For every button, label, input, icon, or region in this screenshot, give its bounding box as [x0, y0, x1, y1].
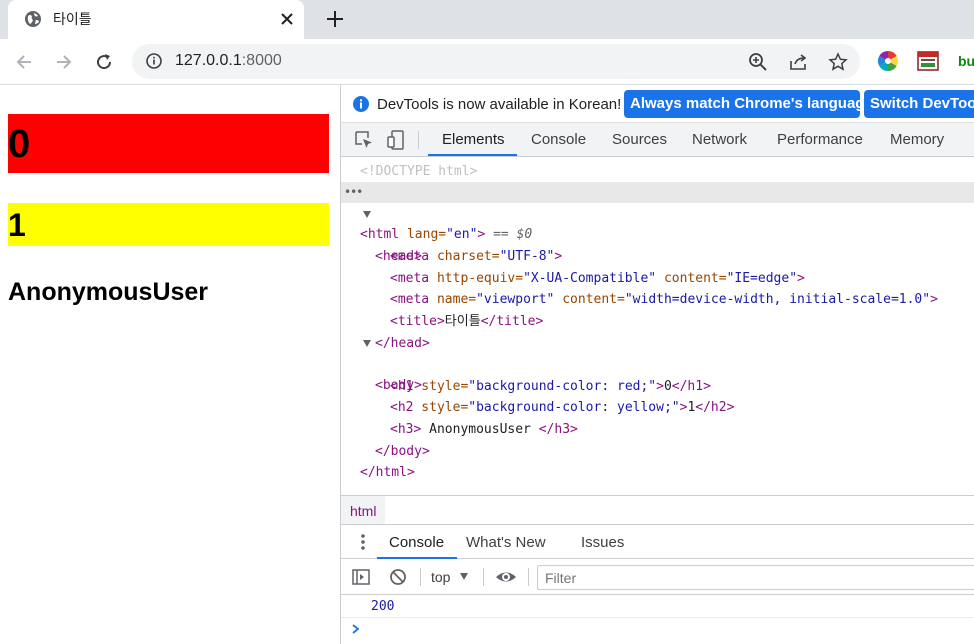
devtools-panel: DevTools is now available in Korean! Alw… [340, 85, 974, 644]
infobar-message: DevTools is now available in Korean! [377, 96, 622, 113]
dom-line-title[interactable]: <title>타이틀</title> [341, 290, 974, 329]
dom-line-h1[interactable]: <h1 style="background-color: red;">0</h1… [341, 355, 974, 394]
always-match-language-button[interactable]: Always match Chrome's language [624, 90, 860, 118]
dom-line-head[interactable]: <head> [341, 204, 974, 264]
h1-text: 0 [8, 122, 31, 166]
toolbar-separator [483, 568, 484, 586]
info-icon[interactable] [145, 52, 163, 70]
chevron-down-icon[interactable] [460, 573, 468, 580]
eye-icon[interactable] [495, 568, 517, 586]
browser-toolbar: 127.0.0.1:8000 bu [0, 39, 974, 85]
tab-strip: 타이틀 [0, 0, 974, 39]
page-h1: 0 [8, 114, 329, 173]
inspect-element-icon[interactable] [354, 130, 374, 150]
close-icon[interactable] [278, 10, 296, 28]
console-toolbar: top [341, 559, 974, 595]
elements-tree: <!DOCTYPE html> ••• <html lang="en"> == … [341, 157, 974, 495]
console-output-value: 200 [371, 599, 395, 614]
dom-line-head-close[interactable]: </head> [341, 312, 974, 351]
forward-icon[interactable] [53, 51, 75, 73]
toolbar-separator [420, 568, 421, 586]
page-h3: AnonymousUser [8, 278, 209, 306]
more-vertical-icon[interactable] [355, 532, 371, 552]
tab-sources[interactable]: Sources [612, 131, 667, 148]
device-toolbar-icon[interactable] [386, 130, 406, 150]
calendar-extension-icon[interactable] [917, 50, 939, 72]
globe-icon [24, 10, 42, 28]
dom-line-h3[interactable]: <h3> AnonymousUser </h3> [341, 398, 974, 437]
console-filter-input[interactable] [537, 565, 974, 590]
console-divider [341, 617, 974, 618]
more-options-icon[interactable]: ••• [344, 182, 363, 203]
devtools-infobar: DevTools is now available in Korean! Alw… [341, 85, 974, 123]
breadcrumb-item-html[interactable]: html [341, 496, 386, 524]
dom-line-body-close[interactable]: </body> [341, 420, 974, 459]
dom-line-meta-charset[interactable]: <meta charset="UTF-8"> [341, 225, 974, 264]
clear-console-icon[interactable] [389, 568, 407, 586]
tab-performance[interactable]: Performance [777, 131, 863, 148]
dom-line-html-close[interactable]: </html> [341, 441, 974, 480]
reload-icon[interactable] [93, 51, 115, 73]
url-text: 127.0.0.1:8000 [175, 52, 282, 70]
dom-line-h2[interactable]: <h2 style="background-color: yellow;">1<… [341, 376, 974, 415]
active-tab-indicator [428, 154, 517, 156]
zoom-icon[interactable] [748, 52, 768, 72]
dom-line-meta-compat[interactable]: <meta http-equiv="X-UA-Compatible" conte… [341, 247, 974, 286]
devtools-tabbar: Elements Console Sources Network Perform… [341, 123, 974, 157]
doctype-text: <!DOCTYPE html> [360, 164, 478, 179]
browser-tab[interactable]: 타이틀 [8, 0, 304, 39]
page-h2: 1 [8, 203, 329, 246]
drawer-tab-whats-new[interactable]: What's New [466, 534, 546, 551]
tab-console[interactable]: Console [531, 131, 586, 148]
url-port: :8000 [241, 52, 282, 69]
breadcrumb: html [341, 495, 974, 525]
drawer-tabbar: Console What's New Issues [341, 525, 974, 559]
tab-memory[interactable]: Memory [890, 131, 944, 148]
tab-elements[interactable]: Elements [442, 131, 505, 148]
chevron-right-icon[interactable] [349, 620, 363, 638]
sidebar-toggle-icon[interactable] [352, 568, 370, 586]
tab-title: 타이틀 [53, 11, 92, 27]
dom-line-meta-viewport[interactable]: <meta name="viewport" content="width=dev… [341, 268, 974, 307]
expand-triangle-icon[interactable] [363, 340, 371, 347]
info-icon [352, 95, 370, 113]
extension-label[interactable]: bu [958, 53, 974, 69]
bookmark-star-icon[interactable] [828, 52, 848, 72]
address-bar[interactable]: 127.0.0.1:8000 [132, 44, 860, 79]
dom-line-body[interactable]: <body> [341, 333, 974, 393]
tab-network[interactable]: Network [692, 131, 747, 148]
html-close-tag: </html> [360, 465, 415, 480]
color-picker-extension-icon[interactable] [877, 50, 899, 72]
back-icon[interactable] [13, 51, 35, 73]
switch-devtools-button[interactable]: Switch DevTools [864, 90, 974, 118]
url-host: 127.0.0.1 [175, 52, 242, 69]
expand-triangle-icon[interactable] [363, 211, 371, 218]
tab-separator [418, 131, 419, 149]
drawer-tab-console[interactable]: Console [389, 534, 444, 551]
dom-line-html[interactable]: ••• <html lang="en"> == $0 [341, 182, 974, 242]
new-tab-icon[interactable] [324, 8, 346, 30]
context-selector[interactable]: top [431, 569, 450, 585]
page-viewport: 0 1 AnonymousUser [0, 85, 340, 644]
dom-line-doctype[interactable]: <!DOCTYPE html> [341, 161, 974, 182]
h2-text: 1 [8, 207, 26, 243]
drawer-tab-issues[interactable]: Issues [581, 534, 624, 551]
toolbar-separator [528, 568, 529, 586]
share-icon[interactable] [788, 52, 808, 72]
